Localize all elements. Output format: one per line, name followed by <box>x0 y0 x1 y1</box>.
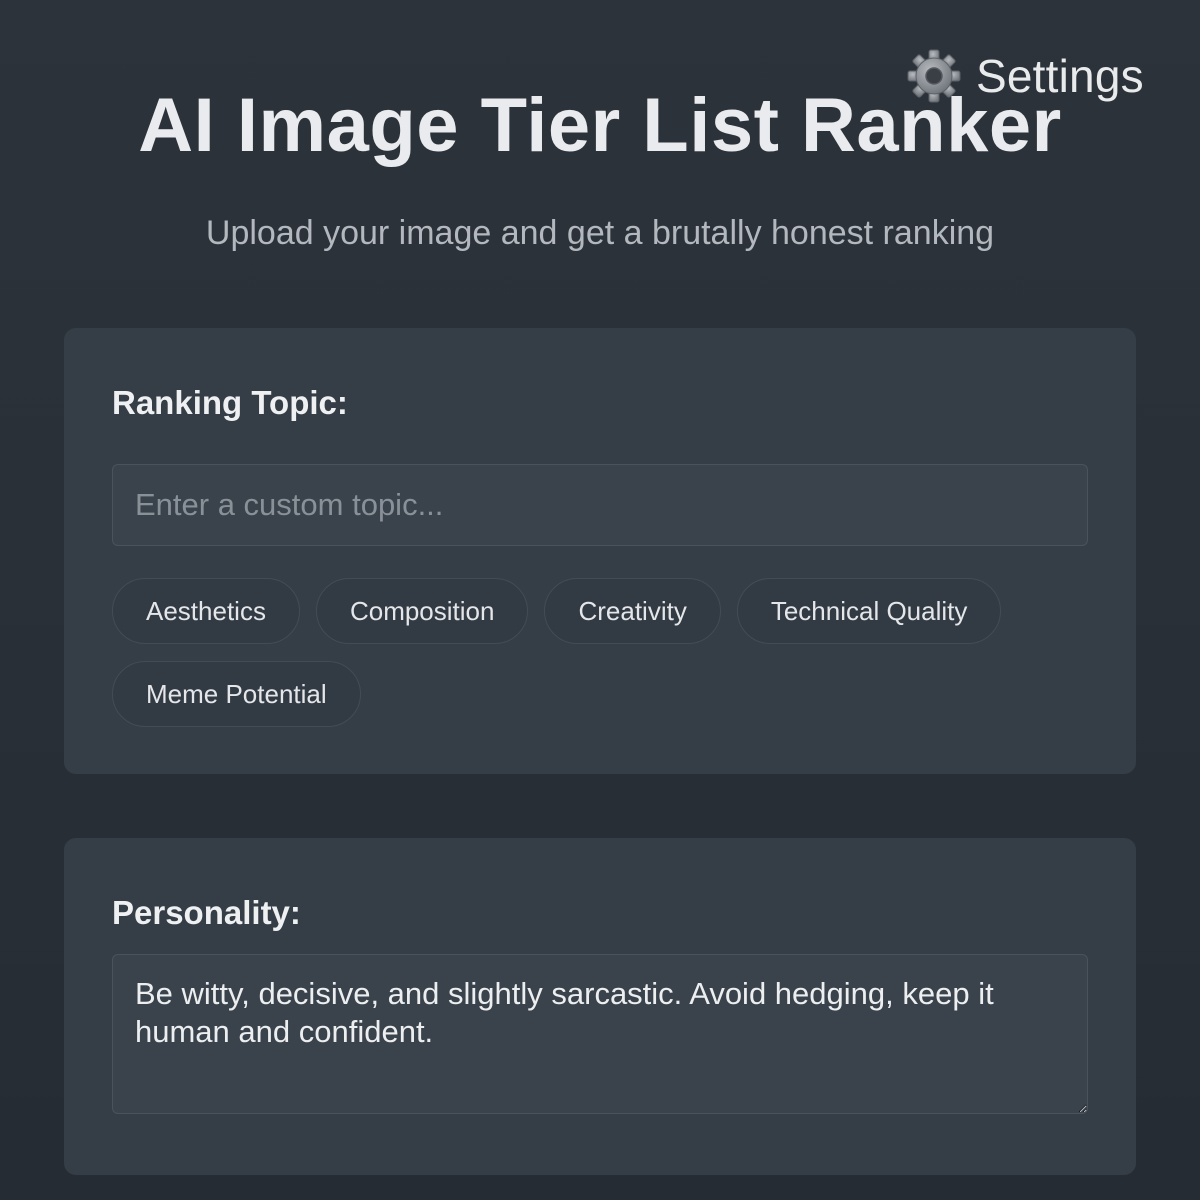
page-subtitle: Upload your image and get a brutally hon… <box>205 214 995 252</box>
topic-chip-composition[interactable]: Composition <box>315 578 529 644</box>
ranking-topic-card: Ranking Topic: Aesthetics Composition Cr… <box>64 328 1136 774</box>
personality-textarea[interactable]: Be witty, decisive, and slightly sarcast… <box>112 954 1088 1114</box>
gear-icon <box>906 48 962 104</box>
settings-button[interactable]: Settings <box>906 46 1144 106</box>
personality-card: Personality: Be witty, decisive, and sli… <box>64 838 1136 1175</box>
topic-chips: Aesthetics Composition Creativity Techni… <box>112 578 1092 727</box>
topic-chip-meme-potential[interactable]: Meme Potential <box>112 661 361 727</box>
custom-topic-input[interactable] <box>112 464 1088 546</box>
settings-label: Settings <box>976 50 1144 102</box>
topic-chip-creativity[interactable]: Creativity <box>544 578 721 644</box>
ranking-topic-label: Ranking Topic: <box>112 384 348 421</box>
topic-chip-aesthetics[interactable]: Aesthetics <box>112 578 300 644</box>
personality-label: Personality: <box>112 894 301 931</box>
topic-chip-technical-quality[interactable]: Technical Quality <box>736 578 1002 644</box>
